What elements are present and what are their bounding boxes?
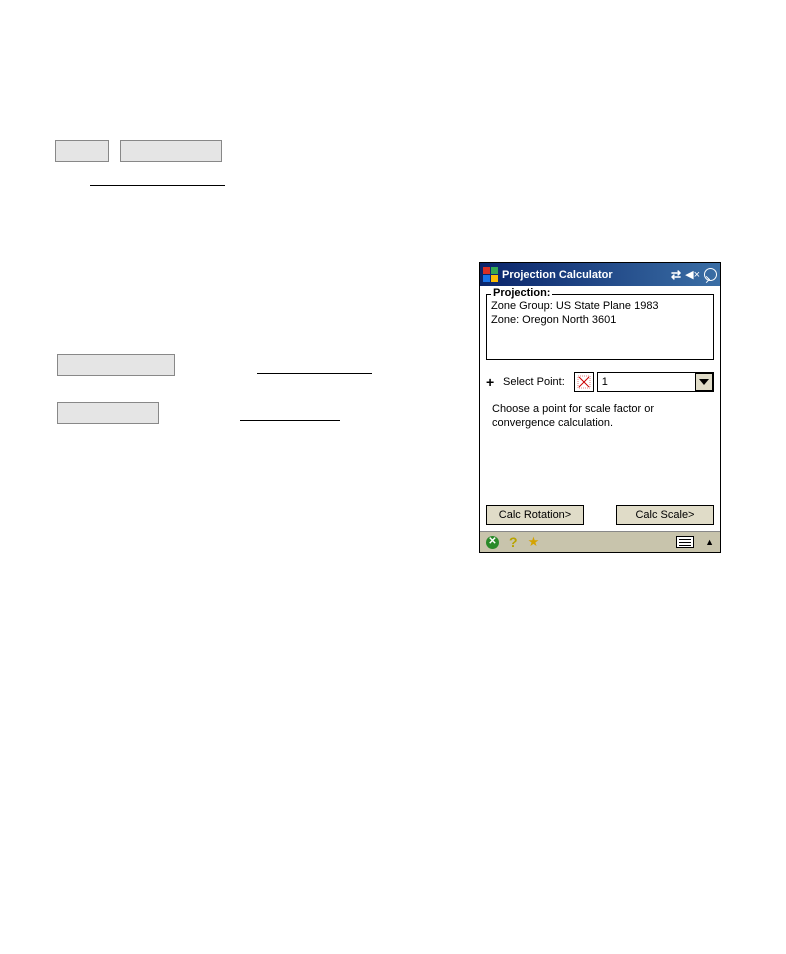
hint-text: Choose a point for scale factor or conve… — [486, 402, 714, 431]
plus-icon[interactable]: + — [486, 374, 500, 390]
underline-decoration-2 — [257, 373, 372, 374]
underline-decoration-1 — [90, 185, 225, 186]
map-target-icon — [577, 375, 591, 389]
zone-text: Zone: Oregon North 3601 — [491, 313, 709, 327]
keyboard-menu-arrow-icon[interactable]: ▲ — [705, 537, 714, 547]
title-bar: Projection Calculator ⇄ ◀× — [480, 263, 720, 286]
underline-decoration-3 — [240, 420, 340, 421]
projection-calculator-window: Projection Calculator ⇄ ◀× Projection: Z… — [479, 262, 721, 553]
placeholder-button-3[interactable] — [57, 354, 175, 376]
window-title: Projection Calculator — [502, 269, 671, 281]
select-point-row: + Select Point: 1 — [486, 372, 714, 392]
zone-group-text: Zone Group: US State Plane 1983 — [491, 299, 709, 313]
sync-icon[interactable]: ⇄ — [671, 268, 681, 282]
star-icon[interactable]: ★ — [528, 534, 540, 550]
help-icon[interactable]: ? — [509, 534, 518, 550]
point-dropdown-value: 1 — [598, 376, 612, 388]
point-dropdown[interactable]: 1 — [597, 372, 714, 392]
window-body: Projection: Zone Group: US State Plane 1… — [480, 286, 720, 531]
placeholder-button-1[interactable] — [55, 140, 109, 162]
bottom-toolbar: ✕ ? ★ ▲ — [480, 531, 720, 552]
map-pick-button[interactable] — [574, 372, 594, 392]
close-icon[interactable]: ✕ — [486, 536, 499, 549]
calc-rotation-button[interactable]: Calc Rotation> — [486, 505, 584, 525]
bottom-button-row: Calc Rotation> Calc Scale> — [486, 505, 714, 525]
placeholder-button-4[interactable] — [57, 402, 159, 424]
select-point-label: Select Point: — [503, 376, 565, 388]
projection-group: Projection: Zone Group: US State Plane 1… — [486, 294, 714, 360]
keyboard-icon[interactable] — [676, 536, 694, 548]
title-bar-icons: ⇄ ◀× — [671, 268, 717, 282]
placeholder-button-2[interactable] — [120, 140, 222, 162]
speaker-icon[interactable]: ◀× — [685, 268, 700, 281]
dropdown-arrow-icon[interactable] — [695, 373, 713, 391]
calc-scale-button[interactable]: Calc Scale> — [616, 505, 714, 525]
projection-legend: Projection: — [491, 287, 552, 299]
refresh-icon[interactable] — [704, 268, 717, 281]
windows-flag-icon — [483, 267, 499, 283]
